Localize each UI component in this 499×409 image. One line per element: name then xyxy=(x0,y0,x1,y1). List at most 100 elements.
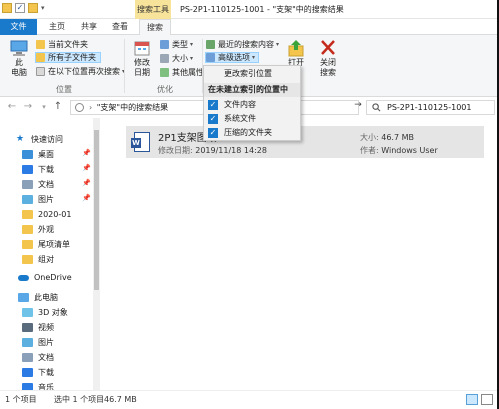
chevron-down-icon: ▾ xyxy=(190,41,194,48)
result-size: 大小: 46.7 MB xyxy=(360,132,414,143)
folder-icon xyxy=(36,40,45,49)
menu-change-indexed-locations[interactable]: 更改索引位置 xyxy=(204,67,300,81)
chevron-down-icon: ▾ xyxy=(252,54,256,61)
sidebar-item[interactable]: 外观 xyxy=(22,222,54,237)
search-again-label: 在以下位置再次搜索 xyxy=(48,67,120,76)
up-arrow-icon[interactable]: ↑ xyxy=(52,101,64,112)
all-subfolders-button[interactable]: 所有子文件夹 xyxy=(35,52,101,63)
star-icon: ★ xyxy=(16,134,25,144)
modified-date-button[interactable]: 修改 日期 xyxy=(127,37,157,78)
properties-check-icon[interactable]: ✓ xyxy=(15,3,25,13)
tab-file[interactable]: 文件 xyxy=(0,19,37,35)
menu-item-file-contents[interactable]: ✓ 文件内容 xyxy=(204,98,300,112)
computer-icon xyxy=(10,40,28,56)
sidebar-item-label: 图片 xyxy=(38,195,54,204)
nav-this-pc[interactable]: 此电脑 xyxy=(18,290,58,305)
recent-locations-chevron-icon[interactable]: ▾ xyxy=(38,103,50,111)
kind-label: 类型 xyxy=(172,40,188,49)
calendar-icon xyxy=(134,41,150,56)
advanced-options-menu: 更改索引位置 在未建立索引的位置中 ✓ 文件内容 ✓ 系统文件 ✓ 压缩的文件夹 xyxy=(203,65,301,141)
tab-search[interactable]: 搜索 xyxy=(139,19,171,36)
kind-icon xyxy=(160,40,169,49)
folder-icon xyxy=(22,210,33,219)
advanced-options-button[interactable]: 高级选项 ▾ xyxy=(205,52,260,63)
large-icons-view-icon[interactable] xyxy=(481,394,493,405)
forward-arrow-icon[interactable]: → xyxy=(22,101,34,112)
list-item[interactable]: 2P1支架图纸 修改日期: 2019/11/18 14:28 大小: 46.7 … xyxy=(126,126,484,158)
sidebar-item[interactable]: 下载 xyxy=(22,365,54,380)
menu-item-zipped-folders[interactable]: ✓ 压缩的文件夹 xyxy=(204,126,300,140)
author-label: 作者: xyxy=(360,146,379,155)
modified-value: 2019/11/18 14:28 xyxy=(195,146,267,155)
this-pc-label: 此 电脑 xyxy=(11,58,27,77)
folder-icon xyxy=(22,255,33,264)
title-bar: ✓ ▾ 搜索工具 PS-2P1-110125-1001 - "支架"中的搜索结果 xyxy=(0,0,499,19)
tab-share[interactable]: 共享 xyxy=(76,19,102,35)
nav-scrollbar-thumb[interactable] xyxy=(94,130,99,290)
author-value: Windows User xyxy=(381,146,438,155)
new-folder-icon[interactable] xyxy=(28,3,38,13)
folder-icon xyxy=(22,240,33,249)
properties-icon xyxy=(160,68,169,77)
pin-icon[interactable]: 📌 xyxy=(82,164,91,172)
recent-searches-button[interactable]: 最近的搜索内容 ▾ xyxy=(206,39,279,50)
nav-scrollbar[interactable] xyxy=(93,118,100,390)
open-file-location-icon xyxy=(288,40,304,57)
sidebar-item[interactable]: 视频 xyxy=(22,320,54,335)
tab-view[interactable]: 查看 xyxy=(107,19,133,35)
refresh-arrow-icon[interactable]: → xyxy=(352,100,364,110)
pin-icon[interactable]: 📌 xyxy=(82,194,91,202)
tab-home[interactable]: 主页 xyxy=(44,19,70,35)
details-view-icon[interactable] xyxy=(466,394,478,405)
sidebar-item-label: 图片 xyxy=(38,338,54,347)
view-switcher xyxy=(466,394,493,405)
sidebar-item[interactable]: 文档 xyxy=(22,177,54,192)
current-folder-button[interactable]: 当前文件夹 xyxy=(36,39,88,50)
sidebar-item[interactable]: 桌面 xyxy=(22,147,54,162)
nav-quick-access[interactable]: ★ 快速访问 xyxy=(16,132,63,147)
options-group-label: 优化 xyxy=(157,85,173,94)
status-selected: 选中 1 个项目 xyxy=(54,395,105,404)
sidebar-item[interactable]: 文档 xyxy=(22,350,54,365)
menu-item-system-files[interactable]: ✓ 系统文件 xyxy=(204,112,300,126)
location-group-label: 位置 xyxy=(56,85,72,94)
sidebar-item[interactable]: 3D 对象 xyxy=(22,305,68,320)
size-button[interactable]: 大小 ▾ xyxy=(160,53,193,64)
sidebar-item-label: 文档 xyxy=(38,180,54,189)
nav-this-pc-label: 此电脑 xyxy=(34,293,58,302)
folder-icon[interactable] xyxy=(2,3,12,13)
ribbon-tabs: 文件 主页 共享 查看 搜索 xyxy=(0,19,499,36)
back-arrow-icon[interactable]: ← xyxy=(6,101,18,112)
this-pc-button[interactable]: 此 电脑 xyxy=(4,37,34,78)
pin-icon[interactable]: 📌 xyxy=(82,179,91,187)
sidebar-item-label: 组对 xyxy=(38,255,54,264)
qat-dropdown-icon[interactable]: ▾ xyxy=(41,4,45,12)
close-search-button[interactable]: 关闭 搜索 xyxy=(313,37,343,78)
nav-onedrive[interactable]: OneDrive xyxy=(18,270,72,285)
size-value: 46.7 MB xyxy=(381,133,414,142)
sidebar-item[interactable]: 组对 xyxy=(22,252,54,267)
download-icon xyxy=(22,165,33,174)
sidebar-item[interactable]: 图片 xyxy=(22,335,54,350)
sidebar-item[interactable]: 下载 xyxy=(22,162,54,177)
subfolders-icon xyxy=(36,53,45,62)
pin-icon[interactable]: 📌 xyxy=(82,149,91,157)
chevron-right-icon: › xyxy=(89,103,93,112)
modified-label: 修改日期: xyxy=(158,146,193,155)
status-item-count: 1 个项目 xyxy=(5,395,37,404)
address-path: "支架"中的搜索结果 xyxy=(96,103,169,112)
search-results-icon xyxy=(75,103,84,112)
3d-objects-icon xyxy=(22,308,33,317)
kind-button[interactable]: 类型 ▾ xyxy=(160,39,193,50)
search-input[interactable]: PS-2P1-110125-1001 xyxy=(366,100,495,115)
sidebar-item[interactable]: 图片 xyxy=(22,192,54,207)
search-again-button[interactable]: 在以下位置再次搜索 ▾ xyxy=(36,66,125,77)
sidebar-item[interactable]: 2020-01 xyxy=(22,207,71,222)
open-location-button[interactable]: 打开 xyxy=(281,37,311,68)
word-document-icon xyxy=(131,132,150,152)
sidebar-item[interactable]: 尾项清单 xyxy=(22,237,70,252)
change-indexed-label: 更改索引位置 xyxy=(224,69,272,78)
chevron-down-icon: ▾ xyxy=(276,41,280,48)
sidebar-item-label: 视频 xyxy=(38,323,54,332)
close-search-label: 关闭 搜索 xyxy=(320,58,336,77)
